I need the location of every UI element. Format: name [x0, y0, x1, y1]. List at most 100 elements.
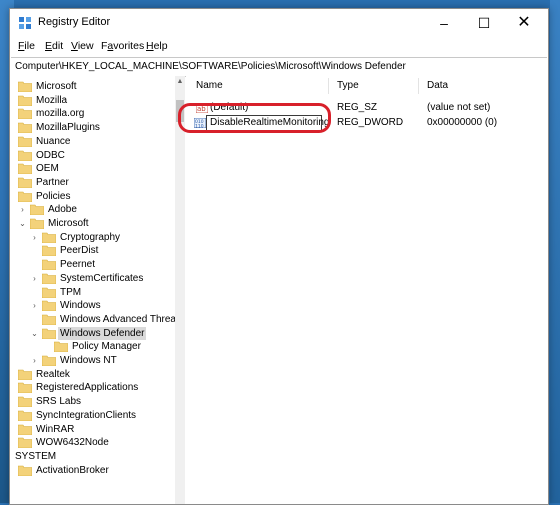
- tree-node[interactable]: Nuance: [11, 135, 175, 148]
- tree-node-label: Windows NT: [60, 355, 117, 366]
- tree-node-label: ODBC: [36, 149, 65, 161]
- tree-node[interactable]: Policies: [11, 190, 175, 203]
- tree-node[interactable]: › Cryptography: [11, 231, 175, 244]
- tree-node[interactable]: Policy Manager: [11, 340, 175, 353]
- tree-node[interactable]: ⌄ Windows Defender: [11, 326, 175, 340]
- tree-node-label: Adobe: [48, 204, 77, 216]
- tree-node[interactable]: Partner: [11, 176, 175, 189]
- tree-node[interactable]: SYSTEM: [11, 450, 175, 463]
- folder-icon: [18, 122, 32, 134]
- folder-icon: [18, 396, 32, 408]
- menu-help[interactable]: Help: [146, 40, 168, 52]
- folder-icon: [18, 163, 32, 175]
- key-tree[interactable]: Microsoft Mozilla mozilla.org MozillaPlugin…: [11, 76, 176, 504]
- value-type: REG_SZ: [337, 102, 378, 113]
- tree-node[interactable]: MozillaPlugins: [11, 121, 175, 134]
- chevron-down-icon[interactable]: ⌄: [30, 327, 39, 340]
- tree-node[interactable]: ActivationBroker: [11, 464, 175, 477]
- tree-node[interactable]: ODBC: [11, 149, 175, 162]
- folder-icon: [18, 177, 32, 188]
- tree-node-label: Policy Manager: [72, 341, 141, 353]
- column-header-name[interactable]: Name: [196, 80, 223, 91]
- tree-node-label: WinRAR: [36, 423, 75, 435]
- registry-editor-window: Registry Editor – ☐ ✕ File Edit View Fav…: [9, 8, 549, 505]
- tree-node[interactable]: mozilla.org: [11, 107, 175, 120]
- value-type: REG_DWORD: [337, 117, 404, 128]
- column-header-data[interactable]: Data: [427, 80, 448, 91]
- address-bar[interactable]: Computer\HKEY_LOCAL_MACHINE\SOFTWARE\Pol…: [11, 57, 547, 77]
- chevron-right-icon[interactable]: ›: [18, 203, 27, 216]
- menu-file[interactable]: File: [18, 40, 35, 52]
- tree-scrollbar[interactable]: ▲: [175, 76, 185, 504]
- title-bar[interactable]: Registry Editor – ☐ ✕: [10, 9, 548, 37]
- folder-icon: [42, 314, 56, 325]
- tree-node[interactable]: Microsoft: [11, 80, 175, 93]
- folder-icon: [54, 341, 68, 353]
- tree-node[interactable]: PeerDist: [11, 244, 175, 257]
- tree-node[interactable]: TPM: [11, 286, 175, 299]
- column-divider[interactable]: [418, 78, 419, 94]
- tree-node[interactable]: Mozilla: [11, 94, 175, 107]
- tree-node[interactable]: SRS Labs: [11, 395, 175, 408]
- tree-node[interactable]: OEM: [11, 162, 175, 175]
- tree-node-label: Windows Defender: [58, 326, 147, 340]
- scroll-up-arrow-icon[interactable]: ▲: [175, 78, 185, 88]
- menu-edit[interactable]: Edit: [45, 40, 63, 52]
- registry-editor-icon: [19, 17, 31, 29]
- tree-node-label: Microsoft: [36, 81, 77, 92]
- tree-node-label: Cryptography: [60, 231, 121, 243]
- folder-icon: [30, 204, 44, 216]
- tree-node-label: SyncIntegrationClients: [36, 409, 137, 421]
- tree-node[interactable]: WOW6432Node: [11, 436, 175, 449]
- tree-node[interactable]: RegisteredApplications: [11, 381, 175, 394]
- folder-icon: [42, 273, 56, 284]
- tree-node[interactable]: › Windows: [11, 299, 175, 312]
- menu-bar: File Edit View Favorites Help: [10, 37, 548, 55]
- close-button[interactable]: ✕: [504, 9, 544, 37]
- folder-icon: [18, 95, 32, 106]
- folder-icon: [42, 259, 56, 271]
- values-pane[interactable]: Name Type Data ab (Default) REG_SZ (valu…: [186, 76, 547, 504]
- tree-node-label: Realtek: [36, 368, 70, 380]
- column-divider[interactable]: [328, 78, 329, 94]
- tree-node[interactable]: ⌄ Microsoft: [11, 217, 175, 230]
- tree-node[interactable]: › Adobe: [11, 203, 175, 216]
- chevron-right-icon[interactable]: ›: [30, 272, 39, 285]
- folder-icon: [30, 218, 44, 229]
- chevron-right-icon[interactable]: ›: [30, 299, 39, 312]
- folder-icon: [18, 81, 32, 92]
- tree-node-label: SYSTEM: [15, 450, 57, 462]
- tree-node[interactable]: WinRAR: [11, 423, 175, 436]
- minimize-button[interactable]: –: [424, 9, 464, 37]
- tree-node[interactable]: Windows Advanced Threa: [11, 313, 175, 326]
- desktop-background-right: [550, 0, 560, 503]
- chevron-down-icon[interactable]: ⌄: [18, 217, 27, 230]
- tree-node[interactable]: SyncIntegrationClients: [11, 409, 175, 422]
- tree-node[interactable]: Peernet: [11, 258, 175, 271]
- folder-icon: [18, 465, 32, 476]
- tree-node-label: RegisteredApplications: [36, 382, 139, 394]
- tree-node-label: Partner: [36, 176, 69, 188]
- chevron-right-icon[interactable]: ›: [30, 354, 39, 367]
- tree-node-label: ActivationBroker: [36, 464, 109, 476]
- folder-icon: [18, 424, 32, 435]
- tree-node[interactable]: › SystemCertificates: [11, 272, 175, 285]
- folder-icon: [42, 246, 56, 257]
- tree-node-label: Peernet: [60, 259, 96, 271]
- column-header-type[interactable]: Type: [337, 80, 359, 91]
- tree-node-label: TPM: [60, 286, 82, 298]
- folder-icon: [42, 232, 56, 243]
- folder-icon: [18, 191, 32, 202]
- value-data: (value not set): [427, 102, 491, 113]
- tree-node-label: Mozilla: [36, 94, 68, 106]
- maximize-button[interactable]: ☐: [464, 9, 504, 37]
- tree-node[interactable]: › Windows NT: [11, 354, 175, 367]
- tree-node[interactable]: Realtek: [11, 368, 175, 381]
- chevron-right-icon[interactable]: ›: [30, 231, 39, 244]
- tree-node-label: PeerDist: [60, 245, 99, 257]
- folder-icon: [42, 355, 56, 366]
- menu-favorites[interactable]: Favorites: [101, 40, 144, 52]
- folder-icon: [42, 287, 56, 298]
- tree-node-label: Microsoft: [48, 218, 89, 229]
- menu-view[interactable]: View: [71, 40, 94, 52]
